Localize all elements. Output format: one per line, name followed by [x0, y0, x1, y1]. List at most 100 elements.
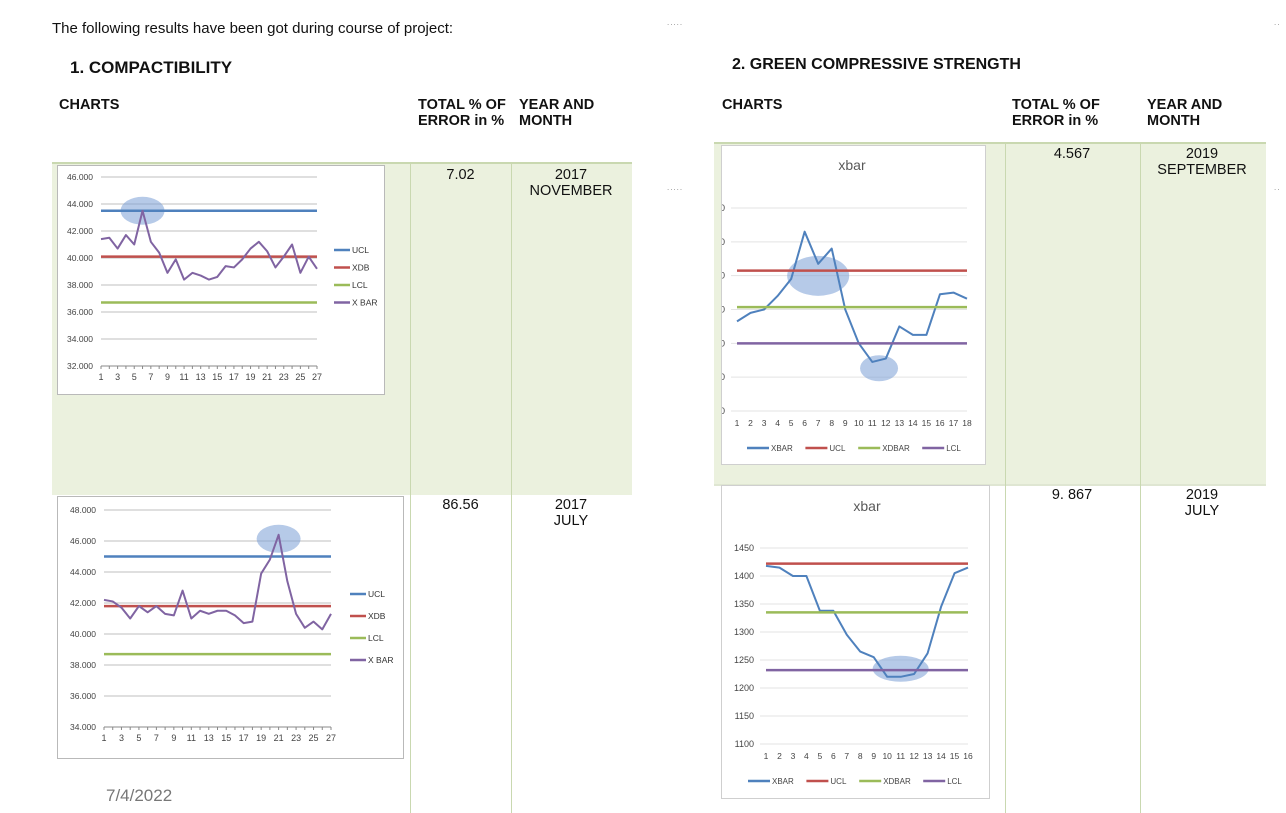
x-tick-label: 5 — [817, 751, 822, 761]
x-tick-label: 1 — [764, 751, 769, 761]
x-tick-label: 15 — [221, 733, 231, 743]
legend-label: LCL — [947, 777, 962, 786]
footer-date: 7/4/2022 — [106, 786, 173, 805]
legend-label: XDBAR — [882, 444, 910, 453]
y-tick-label: 1250 — [734, 655, 754, 665]
legend-label: X BAR — [368, 655, 394, 665]
y-tick-label: 1600 — [722, 305, 725, 315]
y-tick-label: 36.000 — [67, 307, 93, 317]
y-tick-label: 1300 — [734, 627, 754, 637]
x-tick-label: 3 — [762, 418, 767, 428]
x-tick-label: 7 — [844, 751, 849, 761]
chart-gcs-jul: xbar 1100 1150 1200 1250 1300 1350 1400 1450 1 2 3 4… — [721, 485, 990, 799]
chart-gcs-jul-svg: xbar110011501200125013001350140014501 2 3 4… — [734, 498, 973, 786]
chart-gcs-sep-svg: xbar130014001500160017001800190012345678… — [705, 157, 972, 453]
legend-label: UCL — [830, 777, 847, 786]
row-2-month: JULY — [553, 513, 589, 529]
y-tick-label: 38.000 — [70, 660, 96, 670]
dotted-marker: .. — [1274, 183, 1281, 192]
header-error: TOTAL % OF ERROR in % — [1012, 97, 1100, 129]
x-tick-label: 14 — [936, 751, 946, 761]
x-tick-label: 5 — [132, 372, 137, 382]
legend-label: XDBAR — [883, 777, 911, 786]
highlight-ellipse — [860, 355, 899, 382]
legend-label: LCL — [946, 444, 961, 453]
x-tick-label: 9 — [165, 372, 170, 382]
y-tick-label: 46.000 — [70, 536, 96, 546]
column-divider — [1005, 143, 1006, 813]
legend-label: LCL — [352, 280, 368, 290]
y-tick-label: 1400 — [722, 372, 725, 382]
x-tick-label: 4 — [775, 418, 780, 428]
chart-compactibility-nov: 32.000 34.000 36.000 38.000 40.000 42.000 44.0… — [57, 165, 385, 395]
x-tick-label: 3 — [791, 751, 796, 761]
x-tick-label: 15 — [950, 751, 960, 761]
row-1-month: SEPTEMBER — [1157, 162, 1247, 178]
y-tick-label: 1100 — [735, 739, 754, 749]
x-tick-label: 15 — [212, 372, 222, 382]
legend-label: UCL — [352, 245, 369, 255]
y-tick-label: 1350 — [734, 599, 754, 609]
x-tick-label: 1 — [735, 418, 740, 428]
header-month: YEAR AND MONTH — [1147, 97, 1223, 129]
chart-compactibility-nov-svg: 32.000 34.000 36.000 38.000 40.000 42.000 44.0… — [67, 172, 378, 382]
row-2-error: 86.56 — [442, 497, 479, 513]
x-tick-label: 7 — [154, 733, 159, 743]
row-1-error: 4.567 — [1053, 146, 1091, 162]
y-tick-label: 48.000 — [70, 505, 96, 515]
x-tick-label: 27 — [326, 733, 336, 743]
row-divider — [714, 142, 1266, 144]
x-tick-label: 9 — [871, 751, 876, 761]
x-tick-label: 10 — [854, 418, 864, 428]
x-tick-label: 10 — [882, 751, 892, 761]
row-1-year: 2019 — [1185, 146, 1219, 162]
x-tick-label: 25 — [295, 372, 305, 382]
x-tick-label: 13 — [196, 372, 206, 382]
y-tick-label: 42.000 — [67, 226, 93, 236]
y-tick-label: 46.000 — [67, 172, 93, 182]
row-divider — [52, 162, 632, 164]
row-1-year: 2017 — [554, 167, 588, 183]
x-tick-label: 2 — [748, 418, 753, 428]
y-tick-label: 1450 — [734, 543, 754, 553]
x-tick-label: 16 — [963, 751, 973, 761]
x-tick-label: 5 — [136, 733, 141, 743]
x-tick-label: 8 — [858, 751, 863, 761]
chart-gcs-sep: xbar130014001500160017001800190012345678… — [705, 145, 986, 465]
chart-title: xbar — [853, 498, 881, 514]
x-tick-label: 19 — [256, 733, 266, 743]
legend-label: XBAR — [771, 444, 793, 453]
chart-title: xbar — [838, 157, 866, 173]
y-tick-label: 1300 — [722, 406, 725, 416]
y-tick-label: 1700 — [722, 271, 725, 281]
x-tick-label: 11 — [187, 733, 196, 743]
legend-label: XBAR — [772, 777, 794, 786]
y-tick-label: 38.000 — [67, 280, 93, 290]
y-tick-label: 40.000 — [67, 253, 93, 263]
series-x-bar-line — [103, 533, 332, 631]
x-tick-label: 6 — [802, 418, 807, 428]
x-tick-label: 3 — [119, 733, 124, 743]
legend-label: XDB — [352, 263, 370, 273]
header-month: YEAR AND MONTH — [519, 97, 595, 129]
legend-label: LCL — [368, 633, 384, 643]
column-divider — [1140, 143, 1141, 813]
chart-compactibility-jul: 34.000 36.000 38.000 40.000 42.000 44.000 46.0… — [57, 496, 404, 759]
x-tick-label: 21 — [274, 733, 284, 743]
x-tick-label: 12 — [909, 751, 919, 761]
section-title-compactibility: 1. COMPACTIBILITY — [70, 58, 233, 77]
y-tick-label: 32.000 — [67, 361, 93, 371]
x-tick-label: 2 — [777, 751, 782, 761]
row-2-year: 2017 — [554, 497, 588, 513]
y-tick-label: 42.000 — [70, 598, 96, 608]
section-title-green-compressive-strength: 2. GREEN COMPRESSIVE STRENGTH — [732, 56, 1021, 73]
y-tick-label: 44.000 — [70, 567, 96, 577]
header-charts: CHARTS — [59, 97, 120, 113]
y-tick-label: 44.000 — [67, 199, 93, 209]
x-tick-label: 11 — [896, 751, 905, 761]
y-tick-label: 40.000 — [70, 629, 96, 639]
row-1-month: NOVEMBER — [529, 183, 613, 199]
x-tick-label: 15 — [922, 418, 932, 428]
x-tick-label: 25 — [309, 733, 319, 743]
dotted-marker: ..... — [667, 183, 684, 192]
